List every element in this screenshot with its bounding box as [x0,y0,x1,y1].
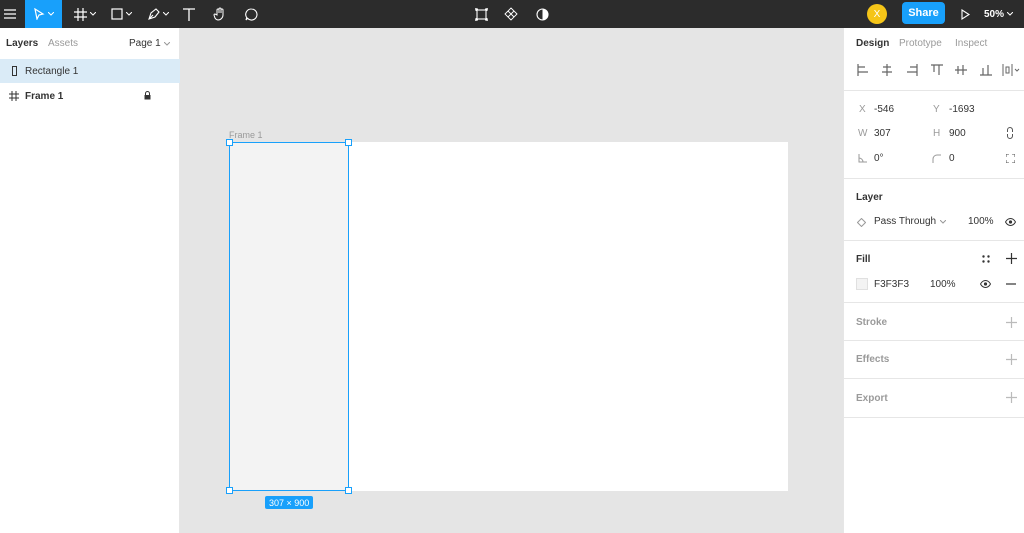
divider [844,178,1024,179]
toolbar: X Share 50% [0,0,1024,28]
rectangle-icon [8,65,20,77]
layer-label: Frame 1 [25,90,64,102]
alignment-toolbar [844,58,1024,86]
eye-icon[interactable] [1005,218,1016,226]
blend-mode-select[interactable]: Pass Through [874,216,947,227]
menu-icon[interactable] [0,0,20,28]
pen-tool-icon[interactable] [143,0,173,28]
tab-assets[interactable]: Assets [48,38,78,49]
layer-item-frame-1[interactable]: Frame 1 [0,84,180,108]
divider [844,302,1024,303]
align-bottom-icon[interactable] [980,64,992,76]
align-horizontal-center-icon[interactable] [881,64,893,76]
w-input[interactable]: 307 [874,128,891,139]
align-right-icon[interactable] [906,64,918,76]
tab-layers[interactable]: Layers [6,38,38,49]
resize-handle-top-right[interactable] [345,139,352,146]
eye-icon[interactable] [980,280,991,288]
independent-corners-icon[interactable] [1006,154,1015,163]
mask-icon[interactable] [533,0,551,28]
left-panel-tabs: Layers Assets Page 1 [0,28,179,59]
zoom-menu[interactable]: 50% [984,0,1014,28]
tab-prototype[interactable]: Prototype [899,38,942,49]
resize-handle-bottom-left[interactable] [226,487,233,494]
layer-section-title: Layer [856,192,883,203]
blend-mode-value: Pass Through [874,216,937,227]
remove-fill-icon[interactable] [1006,283,1016,285]
divider [844,340,1024,341]
add-export-icon[interactable] [1006,392,1017,403]
add-fill-icon[interactable] [1006,253,1017,264]
h-label: H [933,128,941,139]
align-top-icon[interactable] [931,64,943,76]
rotation-icon [858,154,867,163]
zoom-level: 50% [984,8,1005,20]
share-button[interactable]: Share [902,2,945,24]
lock-icon[interactable] [144,91,151,100]
page-selector[interactable]: Page 1 [129,38,170,49]
page-name: Page 1 [129,38,161,49]
stroke-section-title: Stroke [856,317,888,328]
tab-design[interactable]: Design [856,38,889,49]
layer-item-rectangle-1[interactable]: Rectangle 1 [0,59,180,83]
add-effect-icon[interactable] [1006,354,1017,365]
layer-label: Rectangle 1 [25,65,79,77]
h-input[interactable]: 900 [949,128,966,139]
component-icon[interactable] [472,0,490,28]
blend-mode-icon [857,218,866,227]
fill-section-title: Fill [856,254,871,265]
constrain-proportions-icon[interactable] [1006,127,1014,139]
avatar[interactable]: X [867,4,887,24]
move-tool-icon[interactable] [25,0,62,28]
export-section-title: Export [856,393,888,404]
resize-handle-top-left[interactable] [226,139,233,146]
tab-inspect[interactable]: Inspect [955,38,987,49]
comment-tool-icon[interactable] [242,0,260,28]
effects-section-title: Effects [856,354,890,365]
corner-radius-input[interactable]: 0 [949,153,955,164]
fill-color-swatch[interactable] [856,278,868,290]
canvas[interactable]: Frame 1 307 × 900 [180,28,843,533]
align-vertical-center-icon[interactable] [955,64,967,76]
divider [844,240,1024,241]
rectangle-1[interactable] [229,142,349,491]
chevron-down-icon [940,219,947,224]
divider [844,378,1024,379]
w-label: W [858,128,868,139]
rotation-input[interactable]: 0° [874,153,884,164]
instance-icon[interactable] [502,0,520,28]
shape-tool-icon[interactable] [106,0,136,28]
present-icon[interactable] [958,0,972,28]
x-label: X [859,104,866,115]
properties-panel: Design Prototype Inspect X -546 Y -1693 … [843,28,1024,533]
y-label: Y [933,104,940,115]
chevron-down-icon [1007,12,1014,16]
frame-label[interactable]: Frame 1 [229,130,263,140]
layer-opacity-input[interactable]: 100% [968,216,994,227]
layers-panel: Layers Assets Page 1 Rectangle 1 Frame 1 [0,28,180,533]
size-badge: 307 × 900 [265,496,314,509]
add-stroke-icon[interactable] [1006,317,1017,328]
frame-icon [8,90,20,102]
frame-tool-icon[interactable] [70,0,100,28]
align-left-icon[interactable] [857,64,869,76]
hand-tool-icon[interactable] [210,0,230,28]
x-input[interactable]: -546 [874,104,894,115]
style-grid-icon[interactable] [982,255,990,263]
text-tool-icon[interactable] [180,0,198,28]
divider [844,417,1024,418]
distribute-icon[interactable] [1002,64,1020,76]
resize-handle-bottom-right[interactable] [345,487,352,494]
divider [844,90,1024,91]
fill-opacity-input[interactable]: 100% [930,279,956,290]
y-input[interactable]: -1693 [949,104,975,115]
fill-hex-input[interactable]: F3F3F3 [874,279,909,290]
chevron-down-icon [163,41,170,46]
corner-radius-icon [932,154,941,163]
